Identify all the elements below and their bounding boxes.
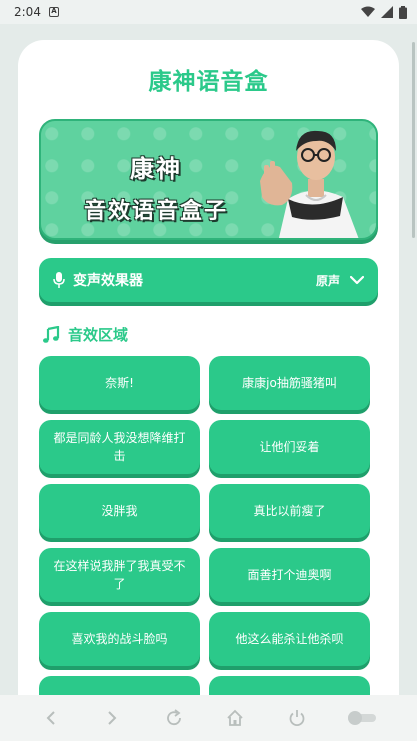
sound-grid: 奈斯! 康康jo抽筋骚猪叫 都是同龄人我没想降维打击 让他们妥着 没胖我 真比以…: [39, 356, 371, 730]
microphone-icon: [53, 272, 65, 288]
section-header: 音效区域: [42, 324, 128, 345]
sound-button[interactable]: 在这样说我胖了我真受不了: [39, 548, 200, 602]
sound-button[interactable]: 喜欢我的战斗脸吗: [39, 612, 200, 666]
sound-button[interactable]: 奈斯!: [39, 356, 200, 410]
sound-button[interactable]: 他这么能杀让他杀呗: [209, 612, 370, 666]
sound-button[interactable]: 康康jo抽筋骚猪叫: [209, 356, 370, 410]
power-icon[interactable]: [285, 706, 309, 730]
sound-button[interactable]: 真比以前瘦了: [209, 484, 370, 538]
banner-line1: 康神: [130, 155, 182, 183]
sound-button[interactable]: 面善打个迪奥啊: [209, 548, 370, 602]
status-bar: 2:04 A: [0, 0, 417, 24]
music-note-icon: [43, 325, 60, 343]
app-title: 康神语音盒: [148, 69, 269, 95]
refresh-icon[interactable]: [162, 706, 186, 730]
notification-icon: A: [48, 7, 59, 17]
toggle-icon[interactable]: [346, 706, 378, 730]
person-photo: [260, 130, 359, 238]
section-title: 音效区域: [68, 326, 129, 344]
wifi-icon: [361, 6, 375, 17]
back-icon[interactable]: [39, 706, 63, 730]
home-icon[interactable]: [223, 706, 247, 730]
battery-icon: [399, 5, 407, 19]
forward-icon[interactable]: [100, 706, 124, 730]
sound-button[interactable]: 都是同龄人我没想降维打击: [39, 420, 200, 474]
voice-changer-label: 变声效果器: [73, 273, 143, 289]
scrollbar[interactable]: [412, 42, 415, 238]
chevron-down-icon: [350, 275, 364, 285]
signal-icon: [381, 6, 393, 18]
banner-line2: 音效语音盒子: [83, 199, 228, 224]
sound-button[interactable]: 没胖我: [39, 484, 200, 538]
status-time: 2:04: [14, 5, 41, 19]
banner: 康神 音效语音盒子: [39, 119, 378, 240]
sound-button[interactable]: 让他们妥着: [209, 420, 370, 474]
bottom-nav: [0, 695, 417, 741]
voice-changer-value: 原声: [315, 273, 340, 288]
voice-changer-dropdown[interactable]: 变声效果器 原声: [39, 258, 378, 302]
